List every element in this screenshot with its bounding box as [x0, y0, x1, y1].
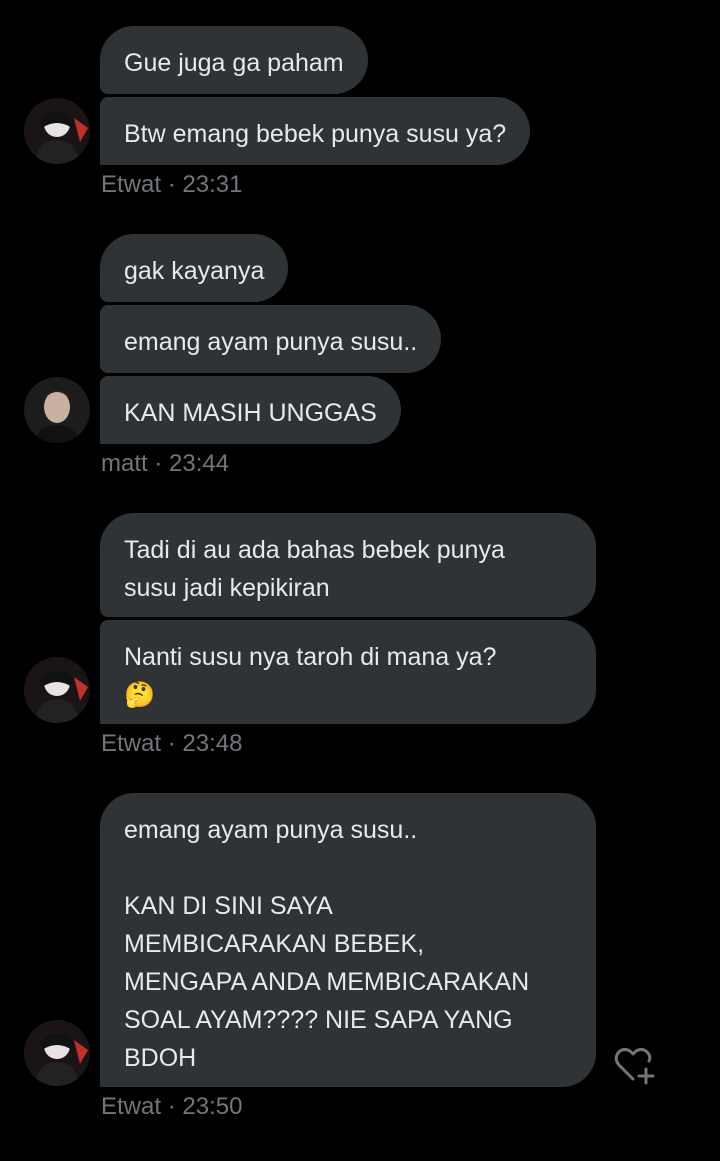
message-bubble[interactable]: Gue juga ga paham — [100, 26, 368, 94]
message-meta: Etwat · 23:50 — [101, 1093, 242, 1121]
sender-name[interactable]: Etwat — [101, 730, 161, 757]
message-bubble[interactable]: emang ayam punya susu.. — [100, 305, 442, 373]
meta-separator: · — [154, 450, 163, 477]
message-bubble[interactable]: Nanti susu nya taroh di mana ya? 🤔 — [100, 620, 596, 724]
avatar[interactable] — [24, 377, 90, 443]
message-meta: Etwat · 23:48 — [101, 730, 242, 758]
add-reaction-button[interactable] — [612, 1045, 658, 1085]
heart-plus-icon — [614, 1047, 655, 1085]
message-meta: matt · 23:44 — [101, 450, 229, 478]
meta-separator: · — [167, 171, 176, 198]
sender-name[interactable]: matt — [101, 450, 148, 477]
avatar-dark-character-icon — [24, 1020, 90, 1086]
avatar[interactable] — [24, 98, 90, 164]
message-meta: Etwat · 23:31 — [101, 171, 242, 199]
sender-name[interactable]: Etwat — [101, 171, 161, 198]
message-bubble[interactable]: emang ayam punya susu.. KAN DI SINI SAYA… — [100, 793, 596, 1087]
timestamp: 23:50 — [182, 1093, 243, 1120]
message-bubble[interactable]: gak kayanya — [100, 234, 289, 302]
timestamp: 23:44 — [169, 450, 230, 477]
message-bubble[interactable]: KAN MASIH UNGGAS — [100, 376, 401, 444]
meta-separator: · — [167, 1093, 176, 1120]
sender-name[interactable]: Etwat — [101, 1093, 161, 1120]
timestamp: 23:31 — [182, 171, 243, 198]
avatar[interactable] — [24, 657, 90, 723]
avatar[interactable] — [24, 1020, 90, 1086]
meta-separator: · — [167, 730, 176, 757]
message-bubble[interactable]: Tadi di au ada bahas bebek punya susu ja… — [100, 513, 596, 617]
message-bubble[interactable]: Btw emang bebek punya susu ya? — [100, 97, 531, 165]
avatar-dark-character-icon — [24, 657, 90, 723]
timestamp: 23:48 — [182, 730, 243, 757]
avatar-dark-character-icon — [24, 98, 90, 164]
avatar-person-photo-icon — [24, 377, 90, 443]
